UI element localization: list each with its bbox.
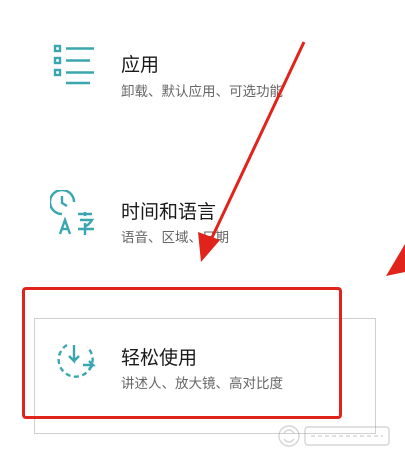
ease-of-access-icon xyxy=(57,343,96,378)
watermark-logo xyxy=(278,425,390,447)
tile-desc-apps: 卸载、默认应用、可选功能 xyxy=(121,84,283,100)
settings-tile-apps[interactable]: 应用 卸载、默认应用、可选功能 xyxy=(0,0,405,140)
settings-tile-time-language[interactable]: 时间和语言 语音、区域、日期 xyxy=(0,150,405,260)
apps-list-icon xyxy=(53,44,94,85)
time-language-icon xyxy=(50,190,95,235)
tile-desc-ease-of-access: 讲述人、放大镜、高对比度 xyxy=(121,376,283,392)
tile-desc-time-language: 语音、区域、日期 xyxy=(121,230,229,246)
tile-title-ease-of-access: 轻松使用 xyxy=(121,347,198,369)
tile-title-time-language: 时间和语言 xyxy=(121,201,217,223)
tile-title-apps: 应用 xyxy=(121,54,160,76)
settings-tile-ease-of-access[interactable]: 轻松使用 讲述人、放大镜、高对比度 xyxy=(34,318,376,434)
